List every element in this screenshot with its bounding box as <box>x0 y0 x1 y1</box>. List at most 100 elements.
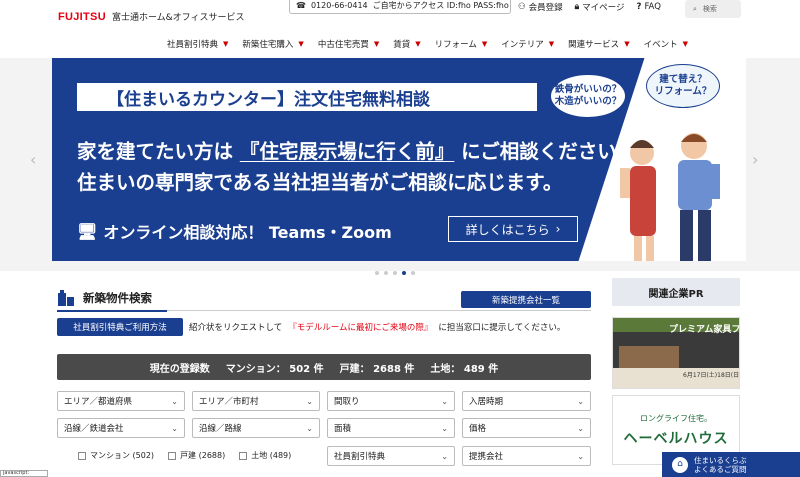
slide-dot[interactable] <box>375 271 379 275</box>
monitor-icon: 🖥︎ <box>77 221 98 241</box>
nav-item-event[interactable]: イベント ▼ <box>637 38 695 50</box>
slide-dot[interactable] <box>384 271 388 275</box>
select-city[interactable]: エリア／市町村 ⌄ <box>192 391 320 411</box>
couple-illustration <box>620 133 720 261</box>
site-header: FUJITSU 富士通ホーム&オフィスサービス ☎ 0120-66-0414 ご… <box>0 0 800 58</box>
nav-label: 中古住宅売買 <box>317 40 369 50</box>
select-area[interactable]: 面積 ⌄ <box>327 418 455 438</box>
nav-item-used-house[interactable]: 中古住宅売買 ▼ <box>311 38 386 50</box>
select-move-in[interactable]: 入居時期 ⌄ <box>462 391 591 411</box>
chevron-right-icon[interactable]: › <box>752 150 758 169</box>
search-section-title: 新築物件検索 <box>57 290 152 306</box>
banner-title: 【住まいるカウンター】注文住宅無料相談 <box>77 83 537 111</box>
banner-detail-label: 詳しくはこちら <box>465 222 550 237</box>
chevron-down-icon: ⌄ <box>577 423 584 433</box>
bubble1-line2: 木造がいいの？ <box>554 96 622 107</box>
registration-stats: 現在の登録数 マンション： 502 件 戸建： 2688 件 土地： 489 件 <box>57 354 591 380</box>
global-nav: 社員割引特典 ▼ 新築住宅購入 ▼ 中古住宅売買 ▼ 賃貸 ▼ リフォーム ▼ インテリア… <box>160 38 695 50</box>
nav-label: 賃貸 <box>393 40 411 50</box>
nav-item-services[interactable]: 関連サービス ▼ <box>561 38 636 50</box>
faq-link[interactable]: ? FAQ <box>637 2 661 12</box>
search-title-text: 新築物件検索 <box>83 291 152 305</box>
select-layout[interactable]: 間取り ⌄ <box>327 391 455 411</box>
stat-house: 戸建： 2688 件 <box>339 363 415 375</box>
top-links: ⚇ 会員登録 🔒︎ マイページ ? FAQ <box>518 0 661 13</box>
mypage-label: マイページ <box>582 2 625 13</box>
checkbox[interactable] <box>168 451 177 460</box>
chevron-down-icon: ⌄ <box>441 451 448 461</box>
ad1-title: プレミアム家具フェア <box>669 325 740 335</box>
chevron-left-icon[interactable]: ‹ <box>30 150 36 169</box>
banner-line2: 住まいの専門家である当社担当者がご相談に応じます。 <box>77 171 563 194</box>
slide-dot[interactable] <box>393 271 397 275</box>
select-price[interactable]: 価格 ⌄ <box>462 418 591 438</box>
banner-online: 🖥︎ オンライン相談対応！ Teams・Zoom <box>77 219 392 243</box>
property-type-checks: マンション (502) 戸建 (2688) 土地 (489) <box>78 450 291 461</box>
mypage-link[interactable]: 🔒︎ マイページ <box>575 1 625 13</box>
stat-land: 土地： 489 件 <box>430 363 499 375</box>
check-land[interactable]: 土地 (489) <box>239 450 291 461</box>
discount-usage-button[interactable]: 社員割引特典ご利用方法 <box>57 318 183 336</box>
select-label: 入居時期 <box>469 397 504 407</box>
nav-item-rental[interactable]: 賃貸 ▼ <box>386 38 427 50</box>
contact-phone[interactable]: 0120-66-0414 <box>311 1 368 10</box>
faq-chat-widget[interactable]: ⌂ 住まいるくらぶ よくあるご質問 <box>662 452 800 477</box>
banner-line1-b: 『住宅展示場に行く前』 <box>239 140 455 163</box>
stat-mansion: マンション： 502 件 <box>225 363 324 375</box>
chat-line2: よくあるご質問 <box>694 464 747 474</box>
chevron-down-icon: ⌄ <box>171 396 178 406</box>
ad1-date: 6月17日(土)18日(日) <box>683 372 740 379</box>
companies-list-button[interactable]: 新築提携会社一覧 <box>461 291 591 308</box>
slide-dot-active[interactable] <box>402 271 406 275</box>
chevron-down-icon: ⌄ <box>306 396 313 406</box>
select-line[interactable]: 沿線／路線 ⌄ <box>192 418 320 438</box>
chevron-right-icon: › <box>555 222 561 236</box>
site-logo[interactable]: FUJITSU 富士通ホーム&オフィスサービス <box>58 10 245 24</box>
checkbox[interactable] <box>78 451 86 460</box>
check-label: 土地 (489) <box>251 451 292 460</box>
nav-label: インテリア <box>501 40 544 50</box>
banner-detail-button[interactable]: 詳しくはこちら › <box>448 216 578 242</box>
help-icon: ? <box>636 1 642 12</box>
check-mansion[interactable]: マンション (502) <box>78 450 154 461</box>
select-label: 価格 <box>469 424 487 434</box>
info-text-red: 『モデルルームに最初にご来場の際』 <box>288 323 433 333</box>
slide-indicator <box>375 271 415 275</box>
stats-label: 現在の登録数 <box>149 363 210 375</box>
checkbox[interactable] <box>239 451 248 460</box>
search-box[interactable]: ⌕ 検索 <box>685 0 741 18</box>
nav-label: 社員割引特典 <box>167 40 219 50</box>
slide-dot[interactable] <box>411 271 415 275</box>
chevron-down-icon: ⌄ <box>441 396 448 406</box>
select-label: エリア／市町村 <box>199 397 259 407</box>
browser-status-bar: javascript: <box>0 470 48 477</box>
search-placeholder: 検索 <box>702 5 717 13</box>
chevron-down-icon: ⌄ <box>306 423 313 433</box>
select-discount[interactable]: 社員割引特典 ⌄ <box>327 446 455 466</box>
chevron-down-icon: ▼ <box>682 40 688 48</box>
check-house[interactable]: 戸建 (2688) <box>168 450 225 461</box>
ad-furniture-fair[interactable]: プレミアム家具フェア 6月17日(土)18日(日) <box>612 317 740 389</box>
logo-brand: FUJITSU <box>58 10 106 23</box>
nav-item-new-house[interactable]: 新築住宅購入 ▼ <box>235 38 310 50</box>
bubble1-line1: 鉄骨がいいの？ <box>554 84 622 95</box>
select-railway[interactable]: 沿線／鉄道会社 ⌄ <box>57 418 185 438</box>
phone-icon: ☎ <box>296 1 306 10</box>
chevron-down-icon: ▼ <box>548 40 555 48</box>
select-label: 面積 <box>334 424 352 434</box>
member-register-link[interactable]: ⚇ 会員登録 <box>518 1 563 13</box>
nav-label: 関連サービス <box>568 40 620 50</box>
banner-main-text: 家を建てたい方は 『住宅展示場に行く前』 にご相談ください 住まいの専門家である… <box>77 136 617 198</box>
select-prefecture[interactable]: エリア／都道府県 ⌄ <box>57 391 185 411</box>
select-partner[interactable]: 提携会社 ⌄ <box>462 446 591 466</box>
logo-company: 富士通ホーム&オフィスサービス <box>111 13 245 23</box>
nav-item-interior[interactable]: インテリア ▼ <box>494 38 561 50</box>
info-text-a: 紹介状をリクエストして <box>189 323 283 333</box>
banner-line1-a: 家を建てたい方は <box>77 140 234 163</box>
hero-banner[interactable]: 【住まいるカウンター】注文住宅無料相談 家を建てたい方は 『住宅展示場に行く前』… <box>52 58 746 261</box>
select-label: 沿線／路線 <box>199 424 242 434</box>
nav-item-discount[interactable]: 社員割引特典 ▼ <box>160 38 235 50</box>
chevron-down-icon: ▼ <box>481 40 488 48</box>
nav-item-reform[interactable]: リフォーム ▼ <box>428 38 495 50</box>
user-icon: ⚇ <box>518 1 526 12</box>
